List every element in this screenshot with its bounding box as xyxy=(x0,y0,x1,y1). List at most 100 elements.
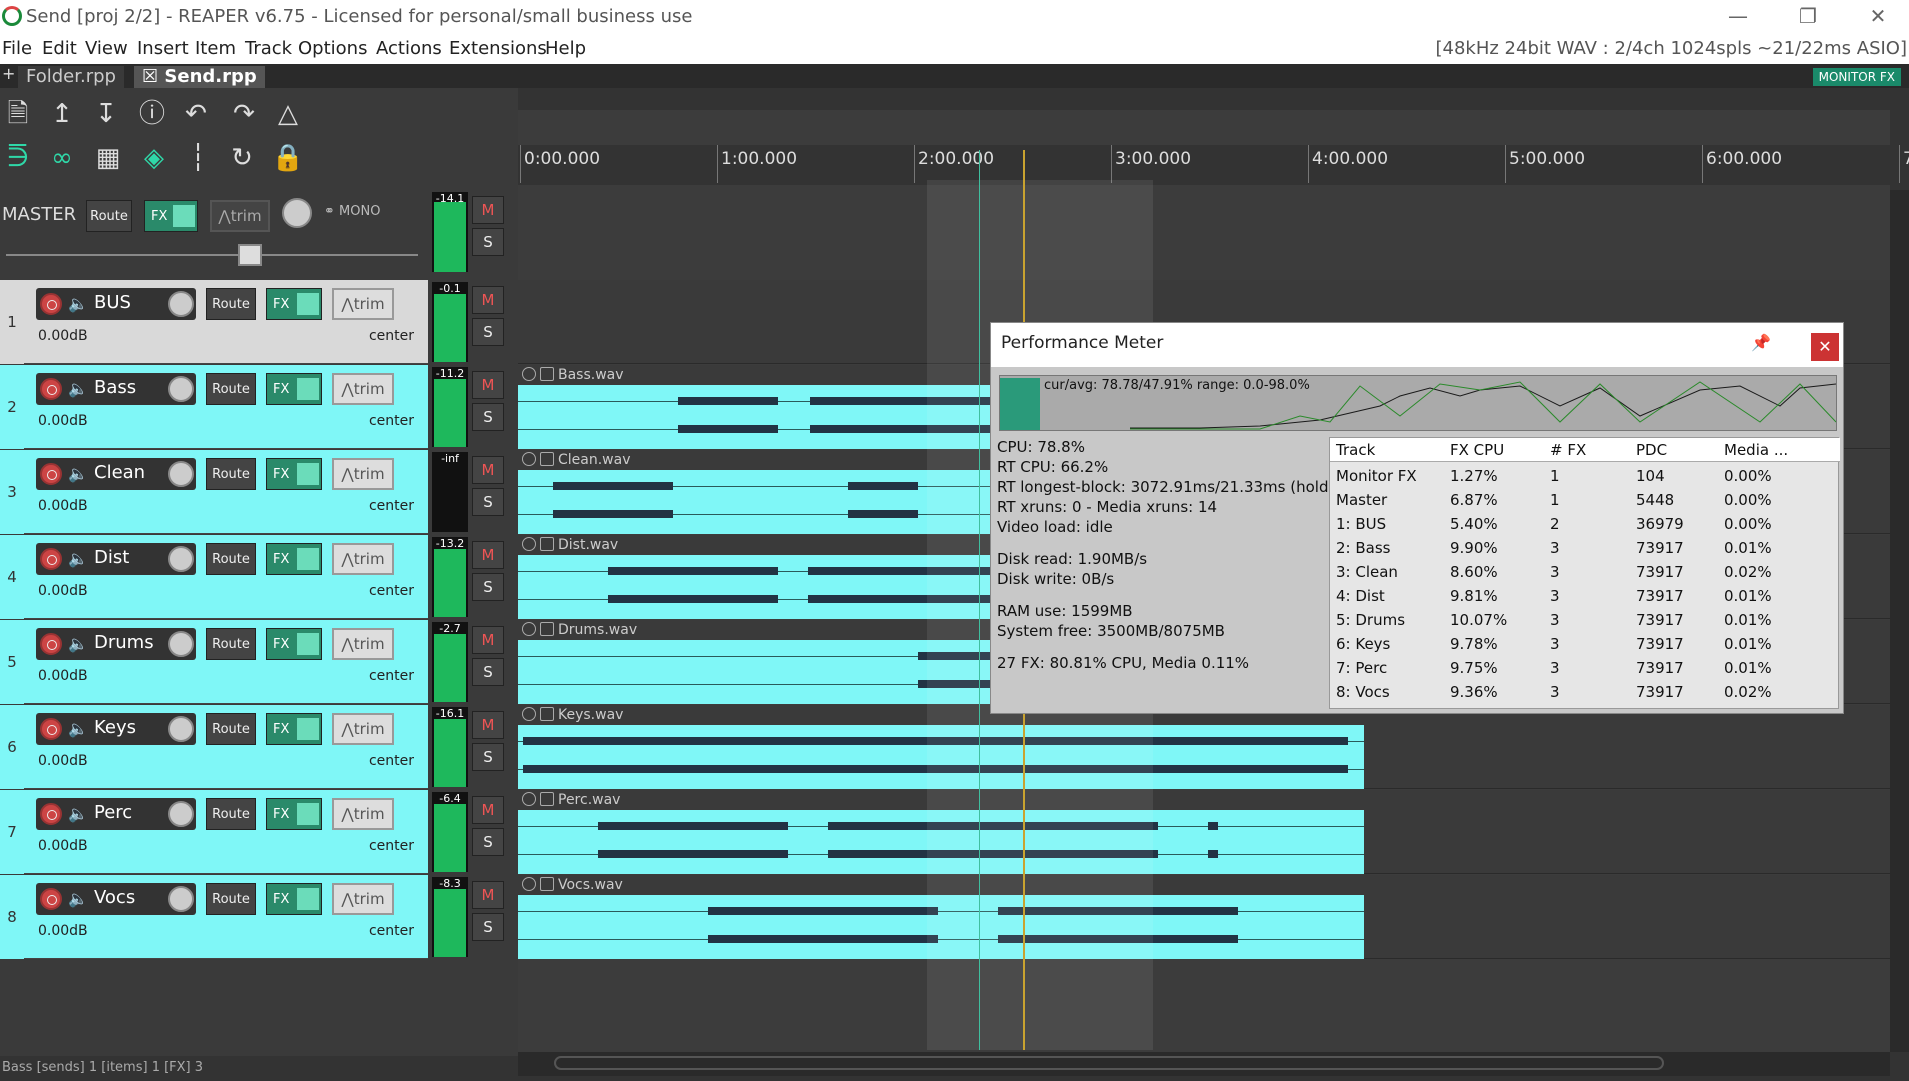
fx-power-icon[interactable] xyxy=(297,888,319,910)
master-volume-handle[interactable] xyxy=(238,244,262,266)
fx-power-icon[interactable] xyxy=(297,633,319,655)
master-solo-button[interactable]: S xyxy=(472,228,504,256)
monitor-fx-button[interactable]: MONITOR FX xyxy=(1812,68,1901,86)
track-number[interactable]: 5 xyxy=(0,620,24,704)
item-fx-icon[interactable] xyxy=(522,622,536,636)
record-arm-icon[interactable] xyxy=(40,293,62,315)
monitor-speaker-icon[interactable]: 🔈 xyxy=(68,719,88,738)
metronome-icon[interactable]: △ xyxy=(270,96,306,132)
track-solo-button[interactable]: S xyxy=(472,488,504,516)
track-dist[interactable]: 4 🔈 Dist Route FX ⋀trim 0.00dB center xyxy=(0,535,428,619)
track-route-button[interactable]: Route xyxy=(206,798,256,830)
perf-column-header[interactable]: Media ... xyxy=(1724,441,1788,459)
perf-table-row[interactable]: 7: Perc 9.75% 3 73917 0.01% xyxy=(1330,658,1840,680)
monitor-speaker-icon[interactable]: 🔈 xyxy=(68,549,88,568)
tab-close-icon[interactable]: ☒ xyxy=(142,66,164,87)
record-arm-icon[interactable] xyxy=(40,888,62,910)
item-fx-icon[interactable] xyxy=(522,877,536,891)
item-fx-icon[interactable] xyxy=(522,452,536,466)
track-name[interactable]: Perc xyxy=(94,802,132,823)
track-name-box[interactable]: 🔈 Perc xyxy=(36,798,196,830)
new-tab-icon[interactable]: + xyxy=(2,64,15,83)
record-arm-icon[interactable] xyxy=(40,803,62,825)
track-name[interactable]: Keys xyxy=(94,717,136,738)
track-mute-button[interactable]: M xyxy=(472,626,504,654)
media-item[interactable] xyxy=(518,385,992,449)
track-bass[interactable]: 2 🔈 Bass Route FX ⋀trim 0.00dB center xyxy=(0,365,428,449)
open-project-icon[interactable]: ↥ xyxy=(44,96,80,132)
track-name[interactable]: Vocs xyxy=(94,887,135,908)
track-trim-button[interactable]: ⋀trim xyxy=(332,798,394,830)
perf-table-row[interactable]: 3: Clean 8.60% 3 73917 0.02% xyxy=(1330,562,1840,584)
master-mute-button[interactable]: M xyxy=(472,196,504,224)
tab-send[interactable]: ☒ Send.rpp xyxy=(134,66,265,88)
project-info-icon[interactable]: ⓘ xyxy=(134,96,170,132)
item-lock-icon[interactable] xyxy=(540,707,554,721)
item-lock-icon[interactable] xyxy=(540,877,554,891)
track-name[interactable]: Bass xyxy=(94,377,136,398)
fx-power-icon[interactable] xyxy=(297,803,319,825)
master-fx-button[interactable]: FX xyxy=(144,200,198,232)
perf-column-header[interactable]: FX CPU xyxy=(1450,441,1504,459)
track-name[interactable]: Drums xyxy=(94,632,154,653)
undo-icon[interactable]: ↶ xyxy=(178,96,214,132)
perf-table-row[interactable]: 5: Drums 10.07% 3 73917 0.01% xyxy=(1330,610,1840,632)
track-number[interactable]: 8 xyxy=(0,875,24,959)
redo-icon[interactable]: ↷ xyxy=(226,96,262,132)
track-fx-button[interactable]: FX xyxy=(266,798,322,830)
item-fx-icon[interactable] xyxy=(522,537,536,551)
track-trim-button[interactable]: ⋀trim xyxy=(332,543,394,575)
media-item-header[interactable]: Drums.wav xyxy=(522,622,637,642)
horizontal-scroll-thumb[interactable] xyxy=(554,1056,1664,1070)
track-solo-button[interactable]: S xyxy=(472,318,504,346)
menu-insert[interactable]: Insert xyxy=(137,38,189,59)
minimize-icon[interactable]: — xyxy=(1718,4,1758,28)
fx-power-icon[interactable] xyxy=(297,378,319,400)
timeline-ruler[interactable]: 0:00.000 1:00.000 2:00.000 3:00.000 4:00.000… xyxy=(518,145,1909,185)
close-icon[interactable]: ✕ xyxy=(1858,4,1898,28)
track-perc[interactable]: 7 🔈 Perc Route FX ⋀trim 0.00dB center xyxy=(0,790,428,874)
track-route-button[interactable]: Route xyxy=(206,373,256,405)
track-name-box[interactable]: 🔈 BUS xyxy=(36,288,196,320)
snap-lines-icon[interactable]: ┆ xyxy=(180,140,216,176)
record-arm-icon[interactable] xyxy=(40,463,62,485)
track-solo-button[interactable]: S xyxy=(472,743,504,771)
track-volume-knob[interactable] xyxy=(168,546,194,572)
item-fx-icon[interactable] xyxy=(522,792,536,806)
menu-options[interactable]: Options xyxy=(298,38,367,59)
menu-file[interactable]: File xyxy=(2,38,32,59)
monitor-speaker-icon[interactable]: 🔈 xyxy=(68,464,88,483)
track-clean[interactable]: 3 🔈 Clean Route FX ⋀trim 0.00dB center xyxy=(0,450,428,534)
media-item-header[interactable]: Vocs.wav xyxy=(522,877,623,897)
track-fx-button[interactable]: FX xyxy=(266,458,322,490)
perf-table[interactable]: Track FX CPU # FX PDC Media ... Monitor FX 1.… xyxy=(1329,437,1840,709)
track-fx-button[interactable]: FX xyxy=(266,373,322,405)
monitor-speaker-icon[interactable]: 🔈 xyxy=(68,804,88,823)
track-solo-button[interactable]: S xyxy=(472,573,504,601)
menu-extensions[interactable]: Extensions xyxy=(449,38,547,59)
track-number[interactable]: 6 xyxy=(0,705,24,789)
record-arm-icon[interactable] xyxy=(40,378,62,400)
perf-table-row[interactable]: 6: Keys 9.78% 3 73917 0.01% xyxy=(1330,634,1840,656)
track-lane[interactable]: Keys.wav xyxy=(518,705,1890,789)
master-route-button[interactable]: Route xyxy=(86,200,132,232)
track-mute-button[interactable]: M xyxy=(472,796,504,824)
item-fx-icon[interactable] xyxy=(522,367,536,381)
track-volume-knob[interactable] xyxy=(168,631,194,657)
master-volume-slider[interactable] xyxy=(6,254,418,256)
track-trim-button[interactable]: ⋀trim xyxy=(332,883,394,915)
horizontal-scrollbar[interactable] xyxy=(518,1052,1890,1076)
perf-column-header[interactable]: Track xyxy=(1336,441,1375,459)
track-mute-button[interactable]: M xyxy=(472,371,504,399)
monitor-speaker-icon[interactable]: 🔈 xyxy=(68,379,88,398)
fx-power-icon[interactable] xyxy=(173,205,195,227)
grid-snap-icon[interactable]: ⋽ xyxy=(0,140,36,176)
track-volume-knob[interactable] xyxy=(168,886,194,912)
grid-icon[interactable]: ▦ xyxy=(90,140,126,176)
master-mono-toggle[interactable]: ⚭ MONO xyxy=(324,204,380,219)
menu-edit[interactable]: Edit xyxy=(42,38,77,59)
track-number[interactable]: 7 xyxy=(0,790,24,874)
track-volume-knob[interactable] xyxy=(168,461,194,487)
track-keys[interactable]: 6 🔈 Keys Route FX ⋀trim 0.00dB center xyxy=(0,705,428,789)
vertical-scrollbar[interactable] xyxy=(1890,190,1909,1052)
